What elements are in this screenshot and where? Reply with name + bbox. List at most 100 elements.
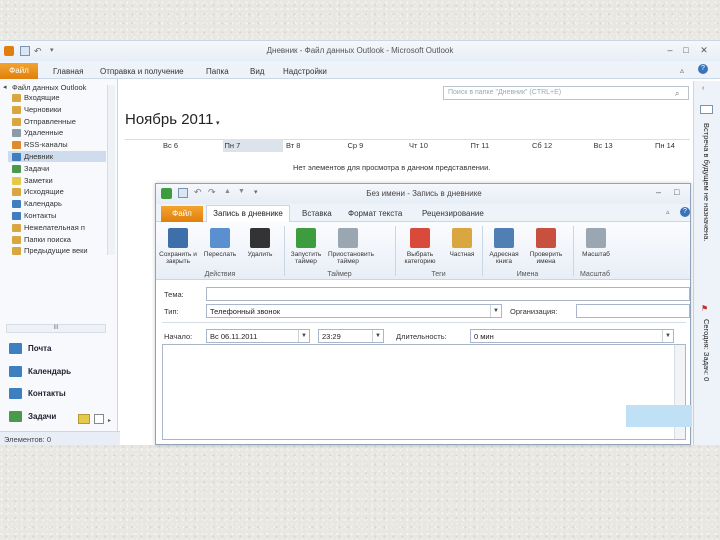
maximize-icon[interactable]: □ bbox=[674, 187, 684, 197]
scroll-thumb[interactable]: III bbox=[43, 325, 69, 332]
month-dropdown-icon[interactable]: ▾ bbox=[216, 119, 220, 127]
company-label: Организация: bbox=[510, 307, 558, 316]
timeline-divider bbox=[125, 139, 690, 140]
section-icon bbox=[9, 343, 22, 354]
minimize-icon[interactable]: – bbox=[656, 187, 666, 197]
tab-review[interactable]: Рецензирование bbox=[422, 209, 484, 218]
help-icon[interactable]: ? bbox=[698, 64, 708, 74]
tab-home[interactable]: Главная bbox=[53, 67, 83, 76]
ribbon-button-icon bbox=[494, 228, 514, 248]
folder-icon bbox=[12, 223, 21, 232]
folder-item[interactable]: Контакты bbox=[24, 211, 56, 222]
start-date-select[interactable]: Вс 06.11.2011 ▼ bbox=[206, 329, 310, 343]
notes-body[interactable] bbox=[162, 344, 686, 440]
ribbon-button[interactable]: Запустить таймер bbox=[286, 224, 326, 268]
chevron-down-icon[interactable]: ▼ bbox=[662, 330, 673, 342]
ribbon-button-label: Адресная книга bbox=[489, 251, 519, 265]
tab-insert[interactable]: Вставка bbox=[302, 209, 332, 218]
folder-item[interactable]: Задачи bbox=[24, 164, 49, 175]
folder-item[interactable]: RSS-каналы bbox=[24, 140, 68, 151]
file-tab[interactable]: Файл bbox=[0, 63, 38, 79]
ribbon-button[interactable]: Масштаб bbox=[576, 224, 616, 268]
start-time-value: 23:29 bbox=[322, 332, 341, 341]
day-header: Чт 10 bbox=[409, 141, 428, 150]
entry-file-tab[interactable]: Файл bbox=[161, 206, 203, 222]
expand-todo-icon[interactable]: ‹ bbox=[702, 85, 704, 92]
entry-ribbon-tabs: Файл Запись в дневнике Вставка Формат те… bbox=[156, 204, 690, 222]
close-icon[interactable]: ✕ bbox=[698, 44, 710, 56]
folder-item[interactable]: Нежелательная п bbox=[24, 223, 85, 234]
folder-item[interactable]: Отправленные bbox=[24, 117, 76, 128]
tab-format-text[interactable]: Формат текста bbox=[348, 209, 402, 218]
folder-item[interactable]: Папки поиска bbox=[24, 235, 71, 246]
shortcuts-icon[interactable] bbox=[94, 414, 104, 424]
ribbon-tab-bar: Файл Главная Отправка и получение Папка … bbox=[0, 61, 720, 79]
help-icon[interactable]: ? bbox=[680, 207, 690, 217]
day-header: Пт 11 bbox=[470, 141, 490, 150]
entry-type-select[interactable]: Телефонный звонок ▼ bbox=[206, 304, 502, 318]
nav-section-button[interactable]: Календарь bbox=[0, 361, 118, 383]
group-actions-label: Действия bbox=[204, 271, 236, 278]
group-divider bbox=[395, 226, 396, 276]
data-file-root[interactable]: Файл данных Outlook bbox=[12, 83, 86, 92]
folder-list-icon[interactable] bbox=[78, 414, 90, 424]
subject-label: Тема: bbox=[164, 290, 184, 299]
tab-addins[interactable]: Надстройки bbox=[283, 67, 327, 76]
folder-item[interactable]: Календарь bbox=[24, 199, 62, 210]
tab-journal-entry[interactable]: Запись в дневнике bbox=[206, 205, 290, 222]
folder-item[interactable]: Дневник bbox=[24, 152, 53, 163]
configure-buttons-icon[interactable]: ▸ bbox=[108, 417, 111, 424]
ribbon-minimize-icon[interactable]: ▵ bbox=[680, 66, 684, 75]
ribbon-button[interactable]: Частная bbox=[442, 224, 482, 268]
ribbon-button[interactable]: Приостановить таймер bbox=[328, 224, 374, 268]
subject-field[interactable] bbox=[206, 287, 690, 301]
nav-section-button[interactable]: Почта bbox=[0, 338, 118, 360]
group-tags-label: Теги bbox=[431, 271, 446, 278]
chevron-down-icon[interactable]: ▼ bbox=[490, 305, 501, 317]
ribbon-minimize-icon[interactable]: ▵ bbox=[666, 208, 670, 216]
folder-item[interactable]: Входящие bbox=[24, 93, 60, 104]
status-bar: Элементов: 0 bbox=[0, 431, 120, 445]
folder-icon bbox=[12, 153, 21, 161]
ribbon-button-label: Запустить таймер bbox=[290, 251, 322, 265]
empty-view-message: Нет элементов для просмотра в данном пре… bbox=[293, 163, 491, 172]
search-input[interactable]: Поиск в папке "Дневник" (CTRL+E) bbox=[443, 86, 689, 100]
search-icon[interactable]: ⌕ bbox=[675, 89, 679, 99]
start-date-value: Вс 06.11.2011 bbox=[210, 332, 258, 341]
title-bar: ↶ ▾ Дневник - Файл данных Outlook - Micr… bbox=[0, 41, 720, 61]
todo-appointments-text: Встреча в будущем не назначена. bbox=[702, 123, 711, 242]
tab-view[interactable]: Вид bbox=[250, 67, 264, 76]
nav-scrollbar[interactable] bbox=[107, 85, 115, 255]
start-time-select[interactable]: 23:29 ▼ bbox=[318, 329, 384, 343]
type-label: Тип: bbox=[164, 307, 179, 316]
minimize-icon[interactable]: – bbox=[664, 44, 676, 56]
duration-select[interactable]: 0 мин ▼ bbox=[470, 329, 674, 343]
folder-item[interactable]: Удаленные bbox=[24, 128, 63, 139]
ribbon-button[interactable]: Выбрать категорию bbox=[400, 224, 440, 268]
tab-send-receive[interactable]: Отправка и получение bbox=[100, 67, 184, 76]
start-label: Начало: bbox=[164, 332, 193, 341]
folder-item[interactable]: Черновики bbox=[24, 105, 61, 116]
folder-item[interactable]: Предыдущие веки bbox=[24, 246, 88, 257]
folder-item[interactable]: Исходящие bbox=[24, 187, 64, 198]
ribbon-button[interactable]: Переслать bbox=[200, 224, 240, 268]
collapse-tree-icon[interactable]: ◂ bbox=[3, 83, 7, 91]
nav-horizontal-scrollbar[interactable]: III bbox=[6, 324, 106, 333]
folder-item[interactable]: Заметки bbox=[24, 176, 53, 187]
ribbon-button[interactable]: Проверить имена bbox=[526, 224, 566, 268]
chevron-down-icon[interactable]: ▼ bbox=[372, 330, 383, 342]
ribbon-button-label: Сохранить и закрыть bbox=[159, 251, 197, 265]
day-header: Вс 6 bbox=[163, 141, 179, 150]
nav-section-button[interactable]: Контакты bbox=[0, 383, 118, 405]
company-field[interactable] bbox=[576, 304, 690, 318]
section-icon bbox=[9, 410, 22, 422]
folder-icon bbox=[12, 105, 21, 114]
group-divider bbox=[573, 226, 574, 276]
chevron-down-icon[interactable]: ▼ bbox=[298, 330, 309, 342]
ribbon-button[interactable]: Сохранить и закрыть bbox=[158, 224, 198, 268]
ribbon-button[interactable]: Удалить bbox=[240, 224, 280, 268]
maximize-icon[interactable]: □ bbox=[680, 44, 692, 56]
item-count: Элементов: 0 bbox=[4, 435, 52, 444]
ribbon-button[interactable]: Адресная книга bbox=[484, 224, 524, 268]
tab-folder[interactable]: Папка bbox=[206, 67, 229, 76]
